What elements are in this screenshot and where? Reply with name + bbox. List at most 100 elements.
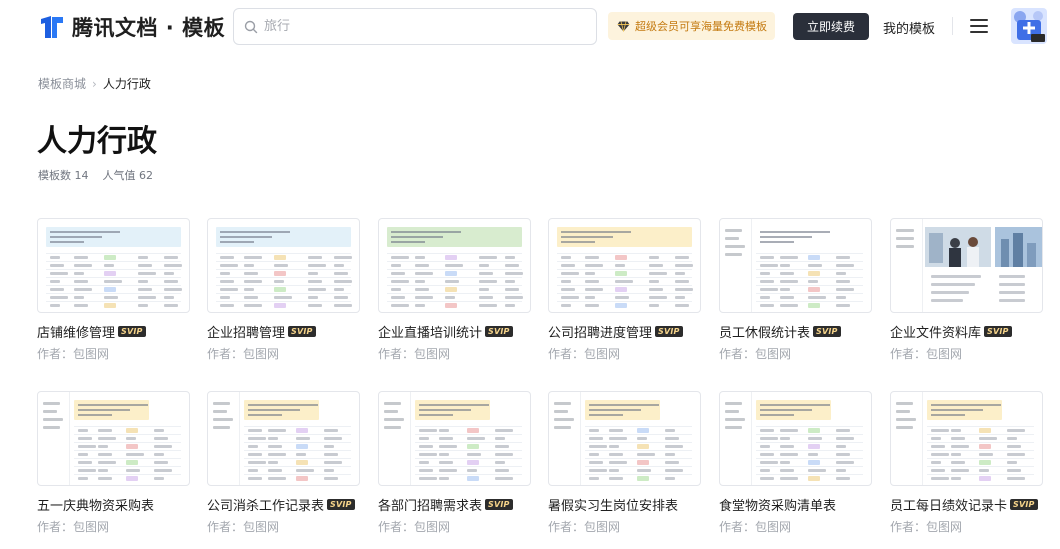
template-title[interactable]: 企业直播培训统计 SVIP	[378, 322, 513, 341]
thumb-row	[585, 434, 692, 435]
template-thumbnail[interactable]	[890, 218, 1043, 313]
thumb-tag	[126, 476, 138, 481]
thumb-cell	[1007, 429, 1025, 432]
template-thumbnail[interactable]	[37, 391, 190, 486]
thumb-cell	[334, 304, 352, 307]
template-title[interactable]: 企业招聘管理 SVIP	[207, 322, 316, 341]
template-title[interactable]: 各部门招聘需求表 SVIP	[378, 495, 513, 514]
template-thumbnail[interactable]	[890, 391, 1043, 486]
svip-badge: SVIP	[485, 326, 513, 337]
header-divider	[952, 17, 953, 35]
vip-promo-banner[interactable]: 超级会员可享海量免费模板	[608, 12, 775, 40]
my-templates-link[interactable]: 我的模板	[883, 18, 935, 37]
template-title[interactable]: 食堂物资采购清单表	[719, 495, 836, 514]
thumb-sidebar	[891, 219, 923, 312]
hamburger-menu-icon[interactable]	[970, 17, 988, 35]
thumb-cell	[931, 469, 945, 472]
thumb-row	[557, 269, 692, 270]
template-thumbnail[interactable]	[378, 218, 531, 313]
renew-button[interactable]: 立即续费	[793, 13, 869, 40]
template-thumbnail[interactable]	[207, 218, 360, 313]
thumb-cell	[589, 437, 603, 440]
thumb-row	[46, 293, 181, 294]
thumb-cell	[561, 288, 575, 291]
user-avatar[interactable]	[1011, 8, 1047, 44]
template-card[interactable]: 企业招聘管理 SVIP 作者：包图网	[207, 218, 360, 368]
thumb-row	[415, 450, 522, 451]
template-thumbnail[interactable]	[719, 218, 872, 313]
thumb-cell	[220, 296, 230, 299]
thumb-cell	[164, 256, 178, 259]
template-card[interactable]: 员工每日绩效记录卡 SVIP 作者：包图网	[890, 391, 1043, 541]
thumb-row	[557, 293, 692, 294]
thumb-row	[927, 450, 1034, 451]
thumb-cell	[274, 264, 288, 267]
thumb-row	[927, 458, 1034, 459]
thumb-row	[216, 253, 351, 254]
thumb-row	[216, 293, 351, 294]
category-stats: 模板数 14 人气值 62	[38, 167, 153, 183]
template-thumbnail[interactable]	[207, 391, 360, 486]
thumb-cell	[248, 461, 266, 464]
thumb-tag	[274, 303, 286, 308]
template-title-text: 各部门招聘需求表	[378, 499, 483, 514]
template-title[interactable]: 员工每日绩效记录卡 SVIP	[890, 495, 1038, 514]
thumb-cell	[164, 296, 174, 299]
template-thumbnail[interactable]	[548, 218, 701, 313]
template-card[interactable]: 各部门招聘需求表 SVIP 作者：包图网	[378, 391, 531, 541]
thumb-cell	[104, 296, 118, 299]
thumb-row	[46, 253, 181, 254]
template-card[interactable]: 员工休假统计表 SVIP 作者：包图网	[719, 218, 872, 368]
template-title[interactable]: 暑假实习生岗位安排表	[548, 495, 678, 514]
thumb-cell	[637, 469, 651, 472]
template-thumbnail[interactable]	[378, 391, 531, 486]
template-card[interactable]: 食堂物资采购清单表 作者：包图网	[719, 391, 872, 541]
template-card[interactable]: 公司消杀工作记录表 SVIP 作者：包图网	[207, 391, 360, 541]
template-title[interactable]: 五一庆典物资采购表	[37, 495, 154, 514]
template-title[interactable]: 店铺维修管理 SVIP	[37, 322, 146, 341]
thumb-cell	[495, 477, 513, 480]
thumb-cell	[979, 469, 989, 472]
template-thumbnail[interactable]	[37, 218, 190, 313]
template-thumbnail[interactable]	[719, 391, 872, 486]
thumb-cell	[999, 291, 1025, 294]
thumb-tag	[126, 444, 138, 449]
thumb-cell	[268, 461, 278, 464]
thumb-row	[927, 442, 1034, 443]
template-card[interactable]: 店铺维修管理 SVIP 作者：包图网	[37, 218, 190, 368]
thumb-cell	[419, 453, 437, 456]
thumb-row	[585, 458, 692, 459]
search-box[interactable]	[233, 8, 597, 45]
template-title[interactable]: 公司招聘进度管理 SVIP	[548, 322, 683, 341]
thumb-row	[756, 261, 863, 262]
thumb-cell	[836, 304, 850, 307]
thumb-cell	[675, 272, 685, 275]
page-title: 人力行政	[37, 124, 157, 159]
thumb-tag	[467, 444, 479, 449]
template-title[interactable]: 企业文件资料库 SVIP	[890, 322, 1012, 341]
template-card[interactable]: 五一庆典物资采购表 作者：包图网	[37, 391, 190, 541]
template-title[interactable]: 公司消杀工作记录表 SVIP	[207, 495, 355, 514]
breadcrumb-parent-link[interactable]: 模板商城	[38, 75, 86, 92]
thumb-cell	[760, 288, 778, 291]
thumb-row	[756, 253, 863, 254]
thumb-cell	[248, 477, 262, 480]
thumb-cell	[220, 264, 238, 267]
thumb-cell	[391, 288, 401, 291]
thumb-sidebar	[891, 392, 923, 485]
site-logo[interactable]: 腾讯文档 · 模板	[38, 12, 225, 42]
template-title[interactable]: 员工休假统计表 SVIP	[719, 322, 841, 341]
template-card[interactable]: 暑假实习生岗位安排表 作者：包图网	[548, 391, 701, 541]
thumb-cell	[391, 280, 409, 283]
template-author: 作者：包图网	[378, 520, 451, 534]
thumb-cell	[415, 272, 433, 275]
template-card[interactable]: 企业文件资料库 SVIP 作者：包图网	[890, 218, 1043, 368]
template-card[interactable]: 公司招聘进度管理 SVIP 作者：包图网	[548, 218, 701, 368]
search-input[interactable]	[264, 19, 564, 34]
thumb-cell	[391, 264, 401, 267]
thumb-cell	[78, 453, 88, 456]
thumb-cell	[439, 469, 457, 472]
template-thumbnail[interactable]	[548, 391, 701, 486]
thumb-cell	[138, 264, 152, 267]
template-card[interactable]: 企业直播培训统计 SVIP 作者：包图网	[378, 218, 531, 368]
